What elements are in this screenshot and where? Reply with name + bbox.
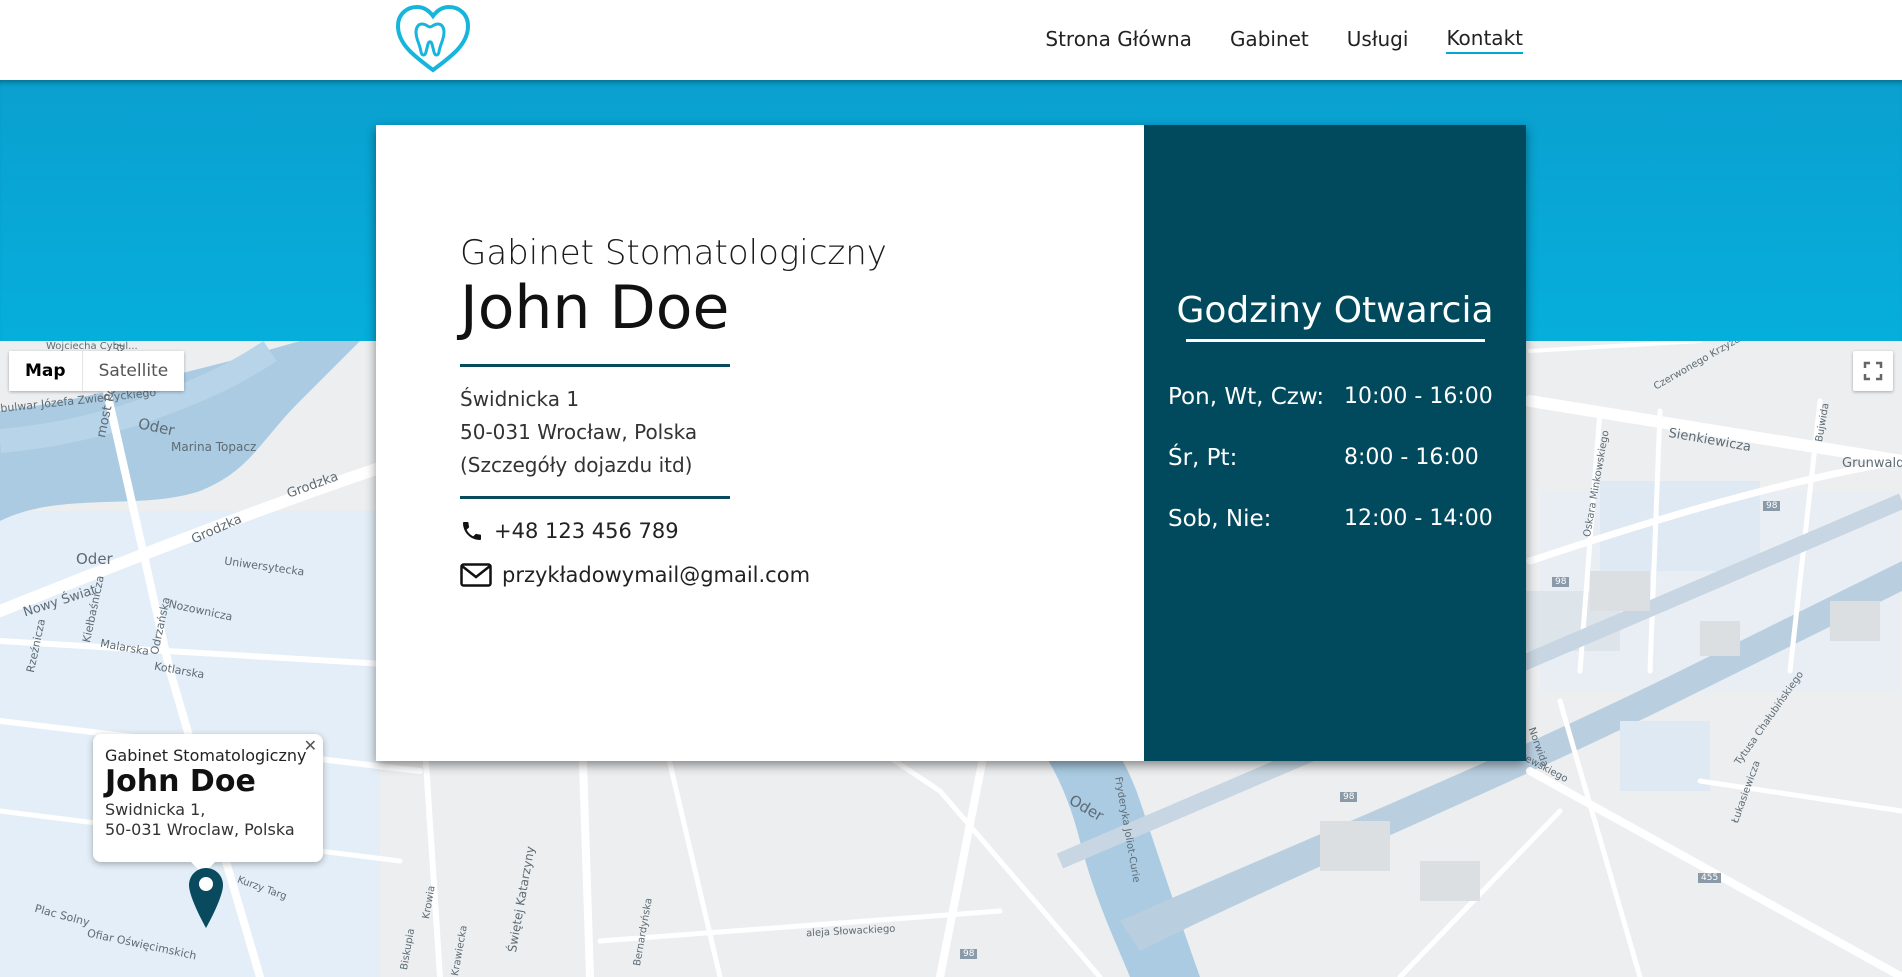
clinic-name: John Doe [460,273,730,343]
map-type-satellite-button[interactable]: Satellite [82,351,185,391]
road-number-badge: 98 [1340,792,1358,802]
address-block: Świdnicka 1 50-031 Wrocław, Polska (Szcz… [460,383,1144,482]
clinic-subtitle: Gabinet Stomatologiczny [460,233,887,273]
email-address: przykładowymail@gmail.com [502,563,811,587]
map-label: Oder [76,550,113,568]
tooth-heart-logo-icon[interactable] [394,4,472,74]
hours-days: Pon, Wt, Czw: [1168,384,1325,410]
info-window-title: John Doe [105,764,256,799]
map-type-control: Map Satellite [9,351,185,391]
fullscreen-icon [1863,361,1883,381]
divider [1185,339,1485,342]
road-number-badge: 98 [960,949,978,959]
road-number-badge: 455 [1698,873,1722,883]
map-pin-icon[interactable] [189,868,223,928]
main-nav: Strona Główna Gabinet Usługi Kontakt [1045,0,1523,80]
hours-row: Pon, Wt, Czw: 10:00 - 16:00 [1168,384,1526,410]
contact-info-panel: Gabinet Stomatologiczny John Doe Świdnic… [376,125,1144,761]
hours-table: Pon, Wt, Czw: 10:00 - 16:00 Śr, Pt: 8:00… [1144,384,1526,532]
info-window-subtitle: Gabinet Stomatologiczny [105,746,307,765]
nav-gabinet[interactable]: Gabinet [1230,27,1309,53]
phone-row[interactable]: +48 123 456 789 [460,519,1144,543]
info-window-address-line1: Swidnicka 1, [105,799,206,819]
email-row[interactable]: przykładowymail@gmail.com [460,563,1144,587]
envelope-icon [460,563,492,587]
nav-home[interactable]: Strona Główna [1045,27,1192,53]
site-header: Strona Główna Gabinet Usługi Kontakt [0,0,1902,80]
map-label: Marina Topacz [171,440,257,454]
info-window-address-line2: 50-031 Wroclaw, Polska [105,819,295,839]
nav-uslugi[interactable]: Usługi [1347,27,1409,53]
close-icon[interactable]: ✕ [304,736,317,755]
hours-row: Sob, Nie: 12:00 - 14:00 [1168,506,1526,532]
map-type-map-button[interactable]: Map [9,351,83,391]
divider [460,364,730,367]
road-number-badge: 98 [1763,501,1781,511]
hours-days: Śr, Pt: [1168,445,1238,471]
contact-card: Gabinet Stomatologiczny John Doe Świdnic… [376,125,1526,761]
hours-days: Sob, Nie: [1168,506,1272,532]
hours-time: 8:00 - 16:00 [1344,445,1479,470]
map-label: Grunwaldzka [1842,456,1902,471]
nav-kontakt[interactable]: Kontakt [1446,26,1523,54]
opening-hours-panel: Godziny Otwarcia Pon, Wt, Czw: 10:00 - 1… [1144,125,1526,761]
phone-icon [460,519,484,543]
divider [460,496,730,499]
address-street: Świdnicka 1 [460,387,580,411]
hours-time: 12:00 - 14:00 [1344,506,1493,531]
map-info-window: ✕ Gabinet Stomatologiczny John Doe Swidn… [93,734,323,874]
fullscreen-button[interactable] [1853,351,1893,391]
address-city: 50-031 Wrocław, Polska [460,420,698,444]
hours-row: Śr, Pt: 8:00 - 16:00 [1168,445,1526,471]
address-directions: (Szczegóły dojazdu itd) [460,453,693,477]
opening-hours-title: Godziny Otwarcia [1176,290,1494,331]
phone-number: +48 123 456 789 [494,519,679,543]
hours-time: 10:00 - 16:00 [1344,384,1493,409]
road-number-badge: 98 [1552,577,1570,587]
